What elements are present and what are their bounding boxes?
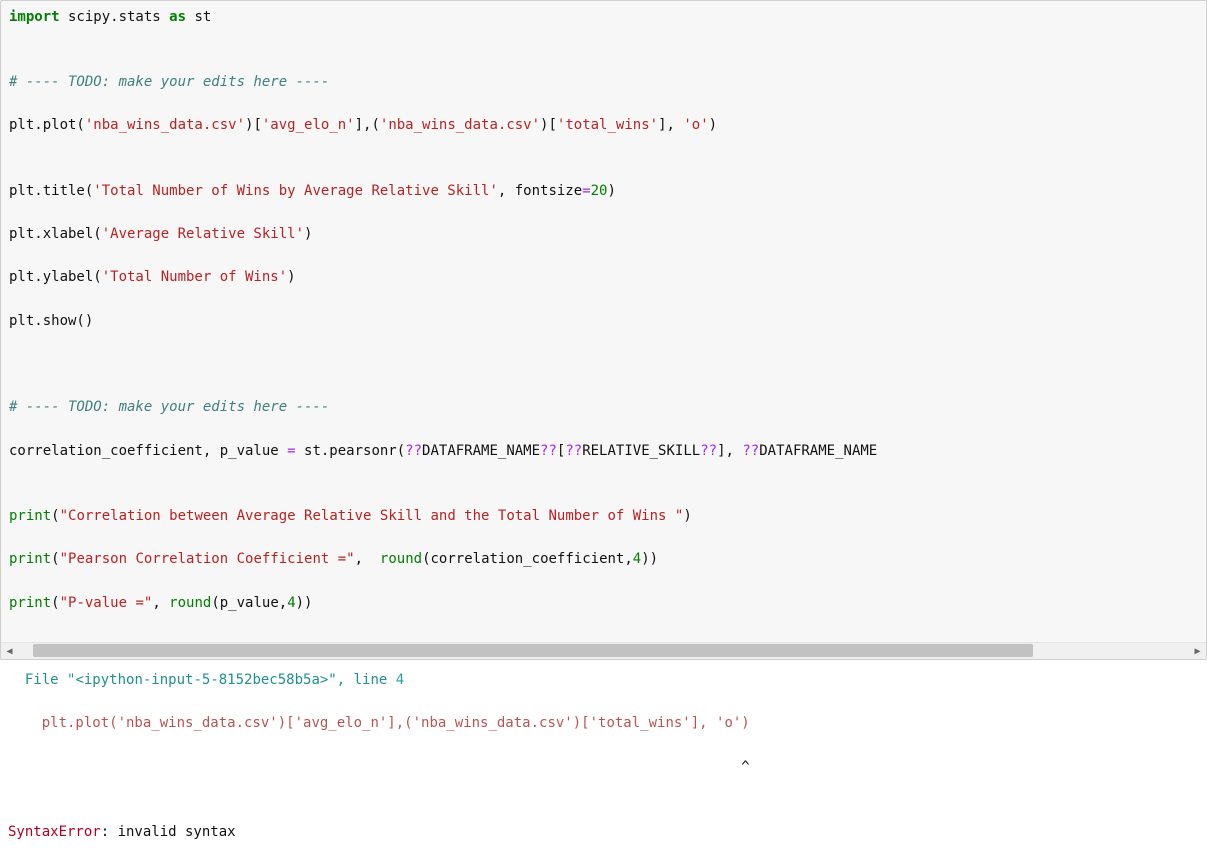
code-line: # ---- TODO: make your edits here ---- [9, 397, 1198, 419]
code-line: plt.xlabel('Average Relative Skill') [9, 224, 1198, 246]
code-line: plt.plot('nba_wins_data.csv')['avg_elo_n… [9, 115, 1198, 137]
keyword-import: import [9, 9, 60, 25]
scrollbar-thumb[interactable] [33, 644, 1033, 657]
code-line: print("Correlation between Average Relat… [9, 506, 1198, 528]
horizontal-scrollbar[interactable]: ◀ ▶ [1, 642, 1206, 659]
error-message: invalid syntax [118, 824, 236, 840]
traceback: File "<ipython-input-5-8152bec58b5a>", l… [8, 670, 1199, 865]
comment: # ---- TODO: make your edits here ---- [9, 74, 329, 90]
error-line: SyntaxError: invalid syntax [8, 822, 1199, 844]
code-line: plt.title('Total Number of Wins by Avera… [9, 181, 1198, 203]
traceback-file-line: File "<ipython-input-5-8152bec58b5a>", l… [8, 670, 1199, 692]
traceback-source-line: plt.plot('nba_wins_data.csv')['avg_elo_n… [8, 713, 1199, 735]
scroll-right-icon[interactable]: ▶ [1189, 643, 1206, 660]
comment: # ---- TODO: make your edits here ---- [9, 399, 329, 415]
traceback-caret: ^ [8, 757, 1199, 779]
code-line: print("Pearson Correlation Coefficient =… [9, 549, 1198, 571]
alias-name: st [186, 9, 211, 25]
code-block[interactable]: import scipy.stats as st # ---- TODO: ma… [9, 7, 1198, 636]
code-line: plt.ylabel('Total Number of Wins') [9, 267, 1198, 289]
module-name: scipy.stats [60, 9, 170, 25]
error-name: SyntaxError [8, 824, 101, 840]
scroll-left-icon[interactable]: ◀ [1, 643, 18, 660]
code-line: # ---- TODO: make your edits here ---- [9, 72, 1198, 94]
code-line: print("P-value =", round(p_value,4)) [9, 593, 1198, 615]
code-line: plt.show() [9, 311, 1198, 333]
code-line: correlation_coefficient, p_value = st.pe… [9, 441, 1198, 463]
code-line: import scipy.stats as st [9, 7, 1198, 29]
code-cell[interactable]: import scipy.stats as st # ---- TODO: ma… [0, 0, 1207, 660]
keyword-as: as [169, 9, 186, 25]
output-area: File "<ipython-input-5-8152bec58b5a>", l… [0, 660, 1207, 865]
